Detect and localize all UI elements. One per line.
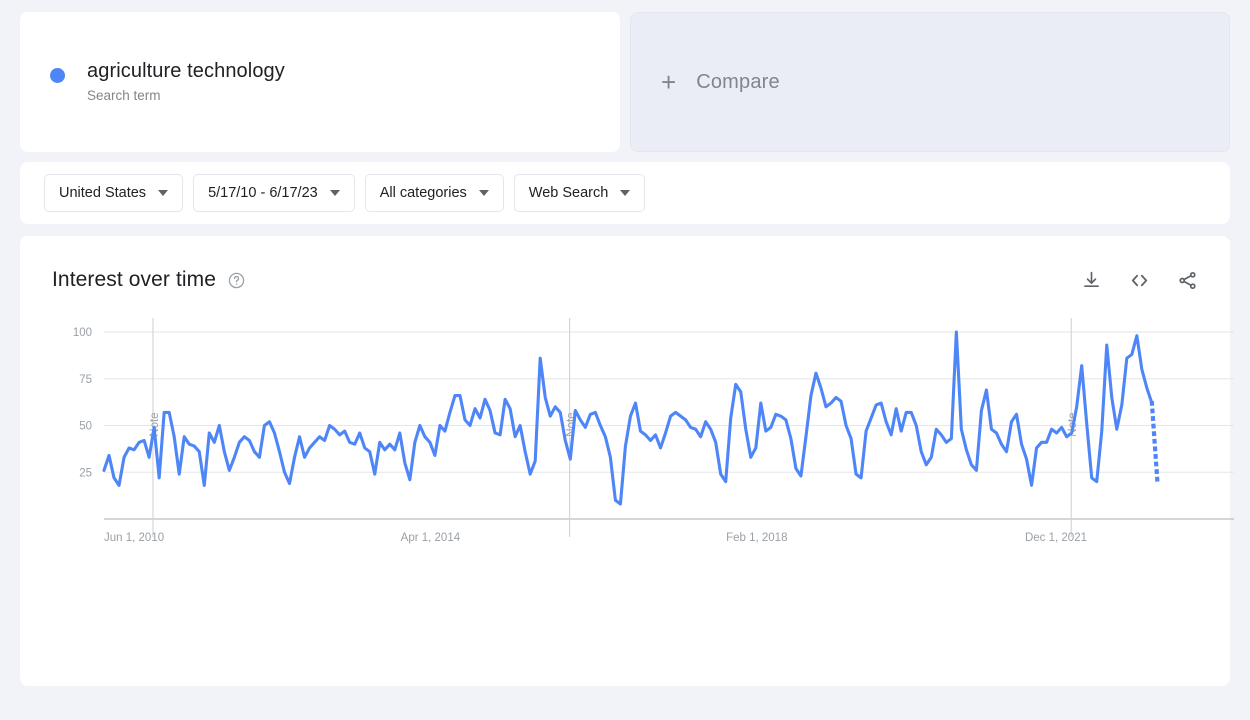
search-type-filter-label: Web Search bbox=[528, 185, 609, 201]
embed-code-icon[interactable] bbox=[1128, 269, 1151, 292]
y-axis-tick-label: 50 bbox=[79, 421, 92, 433]
page-title: Interest over time bbox=[52, 268, 217, 291]
date-range-filter-label: 5/17/10 - 6/17/23 bbox=[208, 185, 318, 201]
search-term-content: agriculture technology Search term bbox=[50, 59, 285, 104]
x-axis-tick-label: Dec 1, 2021 bbox=[1025, 532, 1087, 544]
search-type-filter[interactable]: Web Search bbox=[513, 174, 646, 212]
compare-label: Compare bbox=[696, 70, 780, 93]
chart-title-wrap: Interest over time bbox=[52, 268, 245, 292]
chart-actions bbox=[1081, 269, 1198, 292]
chevron-down-icon bbox=[478, 190, 489, 196]
y-axis-tick-label: 25 bbox=[79, 467, 92, 479]
help-circle-icon[interactable] bbox=[228, 272, 245, 289]
x-axis-tick-label: Apr 1, 2014 bbox=[401, 532, 461, 544]
chevron-down-icon bbox=[329, 190, 340, 196]
chart-svg: 255075100Note Note NoteJun 1, 2010 Apr 1, 2… bbox=[73, 318, 1234, 544]
chevron-down-icon bbox=[620, 190, 631, 196]
share-icon[interactable] bbox=[1177, 270, 1198, 291]
compare-card[interactable]: + Compare bbox=[630, 12, 1230, 152]
location-filter[interactable]: United States bbox=[44, 174, 184, 212]
series-color-dot bbox=[50, 68, 65, 84]
search-term-card[interactable]: agriculture technology Search term bbox=[20, 12, 620, 152]
filter-bar: United States 5/17/10 - 6/17/23 All cate… bbox=[20, 162, 1230, 224]
y-axis-tick-label: 100 bbox=[73, 327, 92, 339]
x-axis-tick-label: Feb 1, 2018 bbox=[726, 532, 787, 544]
interest-over-time-chart[interactable]: 25 50 75 100 Note Note Note Jun 1, 2010 Apr 1, 2… bbox=[32, 314, 1234, 674]
chart-header: Interest over time bbox=[32, 260, 1218, 300]
search-term-row: agriculture technology Search term + Com… bbox=[0, 0, 1250, 152]
google-trends-page: agriculture technology Search term + Com… bbox=[0, 0, 1250, 720]
compare-content: + Compare bbox=[661, 69, 780, 95]
plus-icon: + bbox=[661, 67, 677, 97]
y-axis-tick-label: 75 bbox=[79, 374, 92, 386]
category-filter[interactable]: All categories bbox=[364, 174, 504, 212]
search-term-subtitle: Search term bbox=[87, 88, 161, 104]
search-term-title: agriculture technology bbox=[87, 60, 285, 83]
interest-over-time-card: Interest over time 25 50 75 100 Note Not… bbox=[20, 236, 1234, 686]
search-term-text: agriculture technology Search term bbox=[87, 59, 285, 104]
download-icon[interactable] bbox=[1081, 270, 1102, 291]
chevron-down-icon bbox=[158, 190, 169, 196]
category-filter-label: All categories bbox=[379, 185, 467, 201]
chart-line-series bbox=[102, 330, 1154, 506]
location-filter-label: United States bbox=[59, 185, 147, 201]
date-range-filter[interactable]: 5/17/10 - 6/17/23 bbox=[193, 174, 355, 212]
chart-partial-data-tail bbox=[1149, 400, 1160, 484]
x-axis-tick-label: Jun 1, 2010 bbox=[104, 532, 164, 544]
